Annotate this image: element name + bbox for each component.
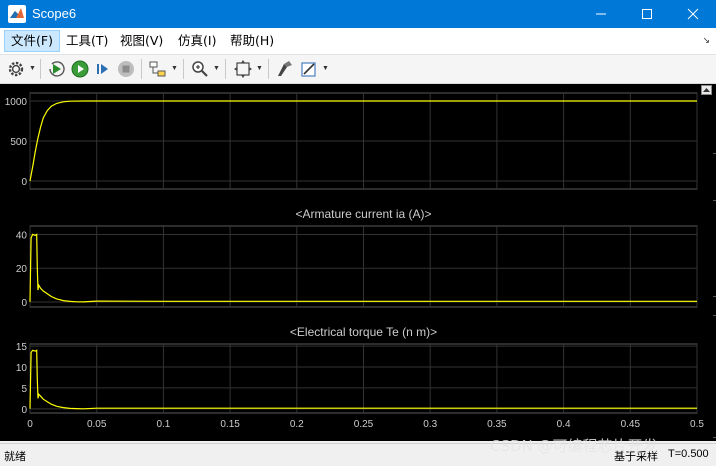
x-tick-label: 0.4	[557, 419, 571, 430]
y-tick-label: 0	[21, 177, 27, 188]
axes-title: <Electrical torque Te (n m)>	[290, 325, 437, 339]
highlight-block-icon[interactable]	[148, 59, 168, 79]
menu-view[interactable]: 视图(V)	[114, 31, 169, 51]
x-tick-label: 0.05	[87, 419, 107, 430]
matlab-logo-icon	[8, 5, 26, 23]
style-icon[interactable]	[275, 59, 295, 79]
menu-help[interactable]: 帮助(H)	[224, 31, 280, 51]
scope-plots[interactable]: 0 500 1000 0 20 40 <Armature current ia (A)> 0 5…	[0, 84, 716, 441]
x-tick-label: 0.25	[354, 419, 374, 430]
x-tick-label: 0	[27, 419, 33, 430]
axes-title: <Armature current ia (A)>	[295, 207, 431, 221]
menu-overflow-icon[interactable]: ↘	[702, 35, 710, 46]
plot-area: 0 500 1000 0 20 40 <Armature current ia (A)> 0 5…	[0, 84, 716, 441]
y-tick-label: 10	[16, 363, 28, 374]
toolbar: ▼ ▼ ▼ ▼ ▼	[0, 55, 716, 84]
watermark: CSDN @可编程芯片开发	[490, 437, 658, 455]
x-tick-label: 0.45	[621, 419, 641, 430]
menu-bar: 文件(F) 工具(T) 视图(V) 仿真(I) 帮助(H) ↘	[0, 28, 716, 55]
x-tick-label: 0.35	[487, 419, 507, 430]
menu-file[interactable]: 文件(F)	[4, 30, 60, 52]
autoscale-dropdown-icon[interactable]: ▼	[256, 65, 263, 73]
y-tick-label: 20	[16, 264, 28, 275]
y-tick-label: 0	[21, 405, 27, 416]
title-bar[interactable]: Scope6	[0, 0, 716, 28]
x-tick-label: 0.15	[220, 419, 240, 430]
x-tick-label: 0.3	[423, 419, 437, 430]
stop-icon[interactable]	[116, 59, 136, 79]
step-forward-icon[interactable]	[93, 59, 113, 79]
restore-run-icon[interactable]	[47, 59, 67, 79]
close-button[interactable]	[670, 0, 716, 28]
minimize-button[interactable]	[578, 0, 624, 28]
close-icon	[687, 8, 699, 20]
expand-toolstrip-icon[interactable]	[701, 85, 712, 95]
y-tick-label: 40	[16, 230, 28, 241]
y-tick-label: 1000	[5, 97, 28, 108]
y-tick-label: 5	[21, 384, 27, 395]
x-tick-label: 0.1	[156, 419, 170, 430]
legend-dropdown-icon[interactable]: ▼	[322, 65, 329, 73]
highlight-dropdown-icon[interactable]: ▼	[171, 65, 178, 73]
gear-icon[interactable]	[6, 59, 26, 79]
status-text: 就绪	[4, 450, 26, 463]
minimize-icon	[596, 13, 606, 15]
toolbar-separator	[141, 59, 142, 79]
x-tick-label: 0.2	[290, 419, 304, 430]
scope-window: Scope6 文件(F) 工具(T) 视图(V) 仿真(I) 帮助(H) ↘ ▼	[0, 0, 716, 466]
zoom-dropdown-icon[interactable]: ▼	[213, 65, 220, 73]
maximize-icon	[642, 9, 652, 19]
toolbar-separator	[268, 59, 269, 79]
y-tick-label: 0	[21, 298, 27, 309]
legend-icon[interactable]	[299, 59, 319, 79]
run-icon[interactable]	[70, 59, 90, 79]
toolbar-separator	[40, 59, 41, 79]
maximize-button[interactable]	[624, 0, 670, 28]
menu-tools[interactable]: 工具(T)	[60, 31, 114, 51]
toolbar-separator	[183, 59, 184, 79]
toolbar-separator	[225, 59, 226, 79]
sim-time: T=0.500	[668, 448, 709, 460]
window-title: Scope6	[32, 6, 77, 21]
x-tick-label: 0.5	[690, 419, 704, 430]
gear-dropdown-icon[interactable]: ▼	[29, 65, 36, 73]
menu-simulation[interactable]: 仿真(I)	[172, 31, 222, 51]
zoom-icon[interactable]	[190, 59, 210, 79]
y-tick-label: 500	[10, 137, 27, 148]
y-tick-label: 15	[16, 342, 28, 353]
autoscale-icon[interactable]	[233, 59, 253, 79]
